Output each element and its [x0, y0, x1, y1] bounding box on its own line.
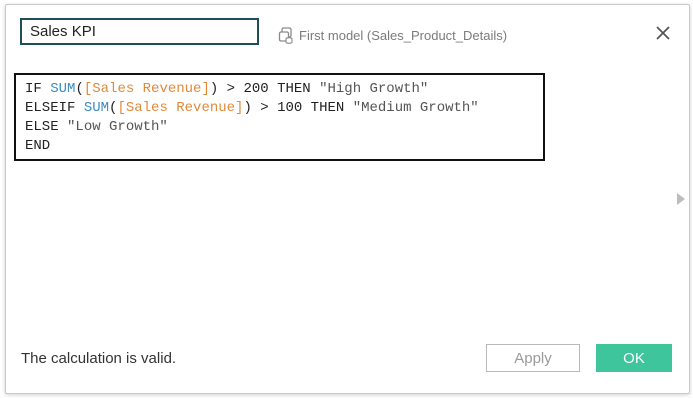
calculation-dialog: First model (Sales_Product_Details) IF S… [5, 4, 690, 394]
ok-button[interactable]: OK [596, 344, 672, 372]
formula-token: ) > 100 THEN [243, 100, 353, 116]
formula-line: ELSEIF SUM([Sales Revenue]) > 100 THEN "… [25, 99, 543, 118]
formula-token: IF [25, 81, 51, 97]
apply-button[interactable]: Apply [486, 344, 580, 372]
datasource-label: First model (Sales_Product_Details) [278, 26, 507, 44]
formula-token: [Sales Revenue] [83, 81, 210, 97]
formula-line: IF SUM([Sales Revenue]) > 200 THEN "High… [25, 80, 543, 99]
datasource-text: First model (Sales_Product_Details) [299, 27, 508, 43]
formula-token: ( [75, 81, 84, 97]
formula-editor[interactable]: IF SUM([Sales Revenue]) > 200 THEN "High… [14, 73, 545, 161]
formula-line: END [25, 137, 543, 156]
formula-token: "High Growth" [319, 81, 429, 97]
calculation-name-input[interactable] [20, 18, 259, 45]
close-icon [656, 26, 670, 40]
formula-token: ELSE [25, 119, 68, 135]
formula-token: "Medium Growth" [352, 100, 479, 116]
close-button[interactable] [653, 23, 673, 43]
formula-token: ELSEIF [25, 100, 84, 116]
chevron-right-icon [677, 193, 685, 205]
formula-token: SUM [50, 81, 76, 97]
formula-line: ELSE "Low Growth" [25, 118, 543, 137]
datasource-icon [278, 26, 295, 44]
formula-token: "Low Growth" [67, 119, 168, 135]
validation-status: The calculation is valid. [21, 350, 177, 367]
expand-panel-button[interactable] [676, 192, 686, 206]
formula-token: END [25, 138, 51, 154]
formula-token: SUM [83, 100, 110, 116]
formula-token: ) > 200 THEN [209, 81, 320, 97]
formula-token: [Sales Revenue] [117, 100, 244, 116]
